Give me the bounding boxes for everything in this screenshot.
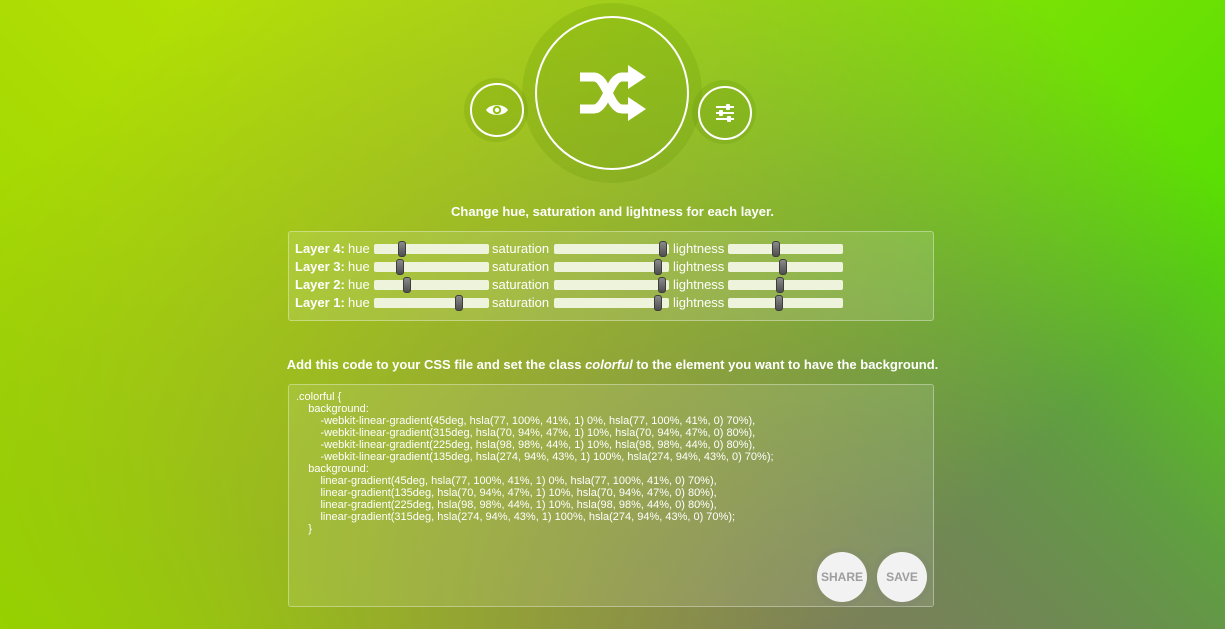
saturation-label: saturation — [492, 277, 550, 292]
code-heading-text: Add this code to your CSS file and set t… — [286, 357, 586, 372]
saturation-slider-handle[interactable] — [653, 295, 662, 311]
share-button[interactable]: SHARE — [817, 552, 867, 602]
layer-name: Layer 4: — [295, 241, 345, 256]
code-heading-text-end: to the element you want to have the back… — [632, 357, 939, 372]
saturation-label: saturation — [492, 295, 550, 310]
layer-name: Layer 1: — [295, 295, 345, 310]
saturation-label: saturation — [492, 241, 550, 256]
layers-panel: Layer 4: hue saturation lightness Layer 3: hu… — [288, 231, 934, 321]
shuffle-icon — [576, 63, 648, 123]
saturation-slider[interactable] — [554, 277, 669, 293]
hue-slider[interactable] — [374, 295, 489, 311]
lightness-slider-handle[interactable] — [779, 259, 788, 275]
saturation-slider[interactable] — [554, 259, 669, 275]
lightness-slider-handle[interactable] — [775, 277, 784, 293]
hue-label: hue — [348, 241, 370, 256]
saturation-slider-handle[interactable] — [659, 241, 668, 257]
hue-label: hue — [348, 259, 370, 274]
hue-slider[interactable] — [374, 277, 489, 293]
saturation-slider[interactable] — [554, 241, 669, 257]
sliders-icon — [715, 104, 735, 122]
hue-slider[interactable] — [374, 241, 489, 257]
saturation-slider[interactable] — [554, 295, 669, 311]
lightness-label: lightness — [673, 259, 725, 274]
lightness-slider-handle[interactable] — [774, 295, 783, 311]
layers-heading: Change hue, saturation and lightness for… — [451, 204, 774, 219]
layer-row: Layer 3: hue saturation lightness — [295, 258, 933, 276]
hue-slider-handle[interactable] — [397, 241, 406, 257]
settings-button[interactable] — [698, 86, 752, 140]
preview-button[interactable] — [470, 83, 524, 137]
saturation-label: saturation — [492, 259, 550, 274]
hue-slider[interactable] — [374, 259, 489, 275]
hue-slider-handle[interactable] — [396, 259, 405, 275]
code-heading: Add this code to your CSS file and set t… — [0, 357, 1225, 372]
save-button[interactable]: SAVE — [877, 552, 927, 602]
lightness-slider[interactable] — [728, 241, 843, 257]
class-name: colorful — [585, 357, 633, 372]
layer-row: Layer 4: hue saturation lightness — [295, 240, 933, 258]
lightness-slider[interactable] — [728, 277, 843, 293]
lightness-label: lightness — [673, 295, 725, 310]
layer-name: Layer 2: — [295, 277, 345, 292]
lightness-label: lightness — [673, 277, 725, 292]
layer-row: Layer 2: hue saturation lightness — [295, 276, 933, 294]
layer-row: Layer 1: hue saturation lightness — [295, 294, 933, 312]
lightness-label: lightness — [673, 241, 725, 256]
hue-slider-handle[interactable] — [455, 295, 464, 311]
lightness-slider[interactable] — [728, 295, 843, 311]
saturation-slider-handle[interactable] — [658, 277, 667, 293]
hue-label: hue — [348, 277, 370, 292]
lightness-slider[interactable] — [728, 259, 843, 275]
hue-label: hue — [348, 295, 370, 310]
hue-slider-handle[interactable] — [403, 277, 412, 293]
layer-name: Layer 3: — [295, 259, 345, 274]
saturation-slider-handle[interactable] — [653, 259, 662, 275]
eye-icon — [485, 102, 509, 118]
lightness-slider-handle[interactable] — [772, 241, 781, 257]
shuffle-button[interactable] — [535, 16, 689, 170]
